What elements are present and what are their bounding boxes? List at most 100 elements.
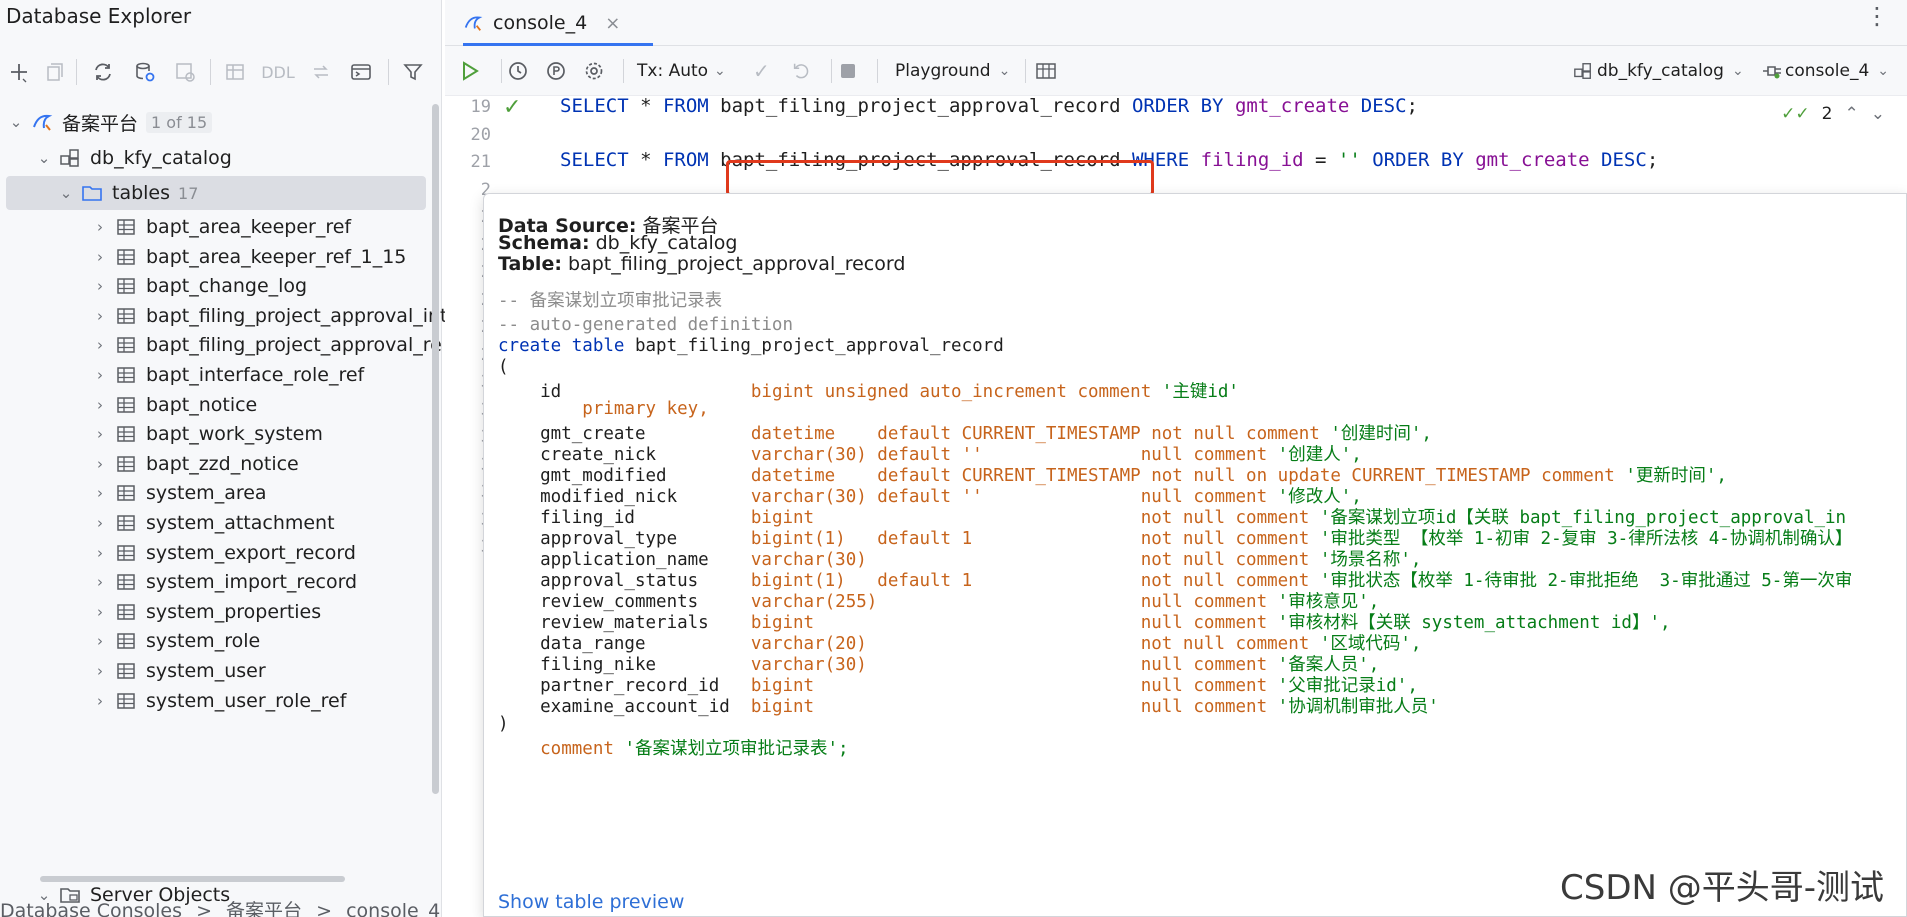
tree-item-datasource[interactable]: ⌄ 备案平台 1 of 15 — [6, 105, 213, 139]
playground-dropdown[interactable]: Playground ⌄ — [895, 46, 1010, 96]
console-icon[interactable] — [346, 54, 376, 90]
table-icon — [114, 542, 138, 564]
table-icon — [114, 216, 138, 238]
history-icon[interactable] — [507, 46, 537, 96]
table-icon — [114, 334, 138, 356]
tree-item-schema[interactable]: ⌄ db_kfy_catalog — [34, 141, 232, 175]
commit-icon[interactable]: ✓ — [753, 46, 783, 96]
table-icon — [114, 630, 138, 652]
rollback-icon[interactable] — [791, 46, 821, 96]
table-icon — [114, 246, 138, 268]
schema-icon — [58, 147, 82, 169]
console-selector[interactable]: console_4 ⌄ — [1761, 46, 1889, 96]
chevron-up-icon[interactable]: ⌃ — [1845, 104, 1859, 124]
settings-gear-icon[interactable] — [583, 46, 613, 96]
table-name: system_user — [146, 660, 266, 682]
chevron-down-icon[interactable]: ⌄ — [34, 149, 54, 167]
chevron-right-icon[interactable]: › — [90, 692, 110, 710]
chevron-right-icon[interactable]: › — [90, 218, 110, 236]
table-name: system_area — [146, 482, 267, 505]
datasource-label: 备案平台 — [62, 112, 139, 135]
annotation-highlight-box — [726, 160, 1154, 196]
breadcrumb-item[interactable]: console_4 — [346, 900, 440, 917]
chevron-right-icon[interactable]: › — [90, 277, 110, 295]
add-icon[interactable] — [4, 54, 34, 90]
data-source-properties-icon[interactable] — [130, 54, 160, 90]
refresh-icon[interactable] — [88, 54, 118, 90]
chevron-down-icon: ⌄ — [998, 63, 1011, 79]
transaction-mode-dropdown[interactable]: Tx: Auto ⌄ — [637, 46, 726, 96]
chevron-right-icon[interactable]: › — [90, 544, 110, 562]
quick-documentation-popup: Data Source: 备案平台 Schema: db_kfy_catalog… — [483, 193, 1907, 917]
vertical-scrollbar[interactable] — [432, 104, 439, 794]
tables-count: 17 — [178, 183, 199, 203]
chevron-right-icon[interactable]: › — [90, 425, 110, 443]
open-paren: ( — [498, 357, 509, 377]
chevron-right-icon[interactable]: › — [90, 484, 110, 502]
close-icon[interactable]: × — [605, 13, 620, 34]
chevron-down-icon[interactable]: ⌄ — [56, 184, 76, 202]
breadcrumb-item[interactable]: Database Consoles — [0, 900, 182, 917]
stop-icon[interactable] — [839, 46, 869, 96]
result-layout-icon[interactable] — [1035, 46, 1065, 96]
chevron-right-icon[interactable]: › — [90, 632, 110, 650]
table-icon — [114, 305, 138, 327]
table-name: bapt_area_keeper_ref_1_15 — [146, 245, 407, 268]
table-name: bapt_filing_project_approval_int — [146, 304, 448, 327]
chevron-down-icon[interactable]: ⌄ — [1871, 104, 1885, 124]
chevron-right-icon[interactable]: › — [90, 336, 110, 354]
column-definition-line: primary key, — [582, 399, 709, 419]
tab-console[interactable]: console_4 × — [463, 0, 653, 46]
run-icon[interactable] — [459, 46, 489, 96]
tree-item-table[interactable]: › system_user_role_ref — [90, 684, 346, 718]
chevron-right-icon[interactable]: › — [90, 662, 110, 680]
table-view-icon[interactable] — [220, 54, 250, 90]
horizontal-scrollbar[interactable] — [40, 876, 345, 882]
schema-icon — [1574, 63, 1591, 79]
more-options-icon[interactable]: ⋮ — [1865, 2, 1889, 30]
plug-icon — [1763, 66, 1781, 79]
console-selector-label: console_4 — [1785, 61, 1870, 81]
schema-selector[interactable]: db_kfy_catalog ⌄ — [1573, 46, 1744, 96]
table-icon — [114, 690, 138, 712]
filter-icon[interactable] — [398, 54, 428, 90]
copy-icon[interactable] — [40, 54, 70, 90]
tree-item-tables-folder[interactable]: ⌄ tables 17 — [6, 176, 426, 210]
line-number: 20 — [470, 124, 491, 145]
pin-icon[interactable] — [545, 46, 575, 96]
table-icon — [114, 571, 138, 593]
chevron-right-icon[interactable]: › — [90, 455, 110, 473]
watermark: CSDN @平头哥-测试 — [1560, 868, 1885, 908]
line-number: 19 — [470, 97, 491, 117]
show-table-preview-link[interactable]: Show table preview — [498, 891, 684, 913]
table-name: bapt_area_keeper_ref — [146, 216, 352, 238]
chevron-right-icon[interactable]: › — [90, 307, 110, 325]
chevron-right-icon[interactable]: › — [90, 248, 110, 266]
table-icon — [114, 660, 138, 682]
table-name: bapt_notice — [146, 393, 258, 416]
ddl-icon[interactable]: DDL — [258, 54, 298, 90]
inspection-widget[interactable]: ✓✓ 2 ⌃ ⌄ — [1781, 104, 1885, 124]
code-line-19[interactable]: SELECT * FROM bapt_filing_project_approv… — [560, 95, 1418, 117]
table-comment-line: -- 备案谋划立项审批记录表 — [498, 291, 723, 311]
chevron-right-icon[interactable]: › — [90, 573, 110, 591]
chevron-down-icon: ⌄ — [714, 63, 726, 79]
table-name: system_properties — [146, 600, 322, 623]
chevron-right-icon[interactable]: › — [90, 514, 110, 532]
jump-to-console-icon[interactable] — [170, 54, 200, 90]
folder-icon — [80, 182, 104, 204]
table-icon — [114, 482, 138, 504]
chevron-right-icon[interactable]: › — [90, 366, 110, 384]
chevron-down-icon[interactable]: ⌄ — [6, 113, 26, 131]
chevron-right-icon[interactable]: › — [90, 603, 110, 621]
transaction-mode-label: Tx: Auto — [637, 61, 709, 81]
table-icon — [114, 601, 138, 623]
playground-label: Playground — [895, 61, 991, 81]
compare-icon[interactable] — [306, 54, 336, 90]
line-number: 21 — [470, 152, 491, 172]
chevron-right-icon[interactable]: › — [90, 396, 110, 414]
table-name: system_role — [146, 630, 261, 653]
auto-generated-line: -- auto-generated definition — [498, 315, 794, 335]
check-icon: ✓✓ — [1781, 104, 1810, 124]
breadcrumb-item[interactable]: 备案平台 — [226, 900, 302, 917]
